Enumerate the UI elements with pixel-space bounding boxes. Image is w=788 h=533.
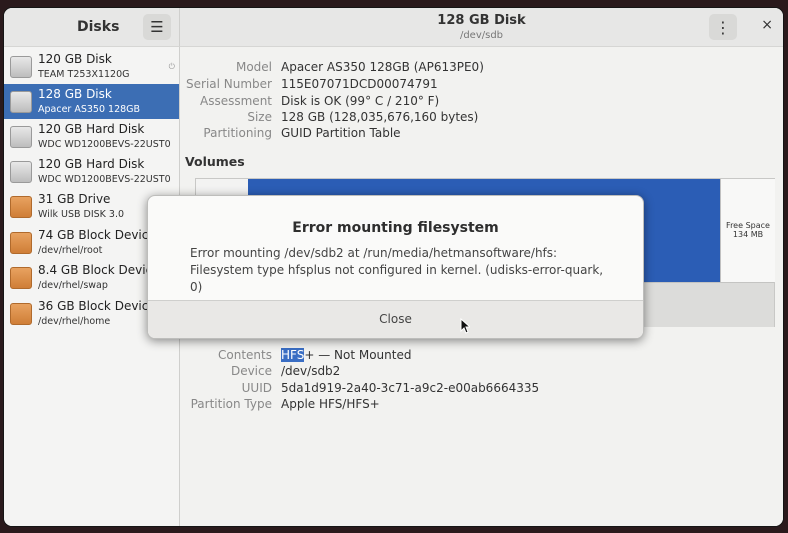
info-value: Disk is OK (99° C / 210° F) (281, 94, 440, 108)
device-model: WDC WD1200BEVS-22UST0 (38, 139, 171, 150)
info-row-uuid: UUID 5da1d919-2a40-3c71-a9c2-e00ab666433… (184, 381, 744, 398)
free-space-block[interactable]: Free Space 134 MB (720, 179, 775, 282)
info-value: 115E07071DCD00074791 (281, 77, 438, 91)
block-device-icon (10, 232, 32, 254)
info-key: Size (247, 110, 272, 124)
volumes-heading: Volumes (185, 154, 245, 169)
block-device-icon (10, 303, 32, 325)
device-model: TEAM T253X1120G (38, 69, 130, 80)
error-dialog: Error mounting filesystem Error mounting… (147, 195, 644, 339)
selected-text: HFS (281, 348, 305, 362)
more-options-button[interactable]: ⋮ (709, 14, 737, 40)
device-name: 120 GB Disk (38, 52, 112, 66)
info-value: 5da1d919-2a40-3c71-a9c2-e00ab6664335 (281, 381, 540, 395)
free-space-label: Free Space (726, 221, 770, 230)
info-value: Apacer AS350 128GB (AP613PE0) (281, 60, 484, 74)
info-value: /dev/sdb2 (281, 364, 341, 378)
info-row-device: Device /dev/sdb2 (184, 364, 744, 381)
device-path: /dev/rhel/swap (38, 280, 108, 291)
device-item[interactable]: 120 GB Disk TEAM T253X1120G ⏻ (4, 49, 179, 84)
info-key: Assessment (200, 94, 272, 108)
close-icon: × (761, 17, 773, 33)
disk-subtitle: /dev/sdb (459, 30, 504, 41)
info-value: 128 GB (128,035,676,160 bytes) (281, 110, 479, 124)
more-vertical-icon: ⋮ (715, 17, 731, 37)
contents-rest: + — Not Mounted (304, 348, 412, 362)
info-key: UUID (241, 381, 272, 395)
info-key: Partitioning (203, 126, 272, 140)
hdd-icon (10, 126, 32, 148)
sidebar-title: Disks (77, 19, 120, 35)
close-button[interactable]: Close (148, 300, 643, 338)
block-device-icon (10, 267, 32, 289)
info-value: HFS+ — Not Mounted (281, 348, 411, 362)
device-name: 8.4 GB Block Device (38, 263, 160, 277)
dialog-message: Error mounting /dev/sdb2 at /run/media/h… (190, 246, 604, 294)
main-header: 128 GB Disk /dev/sdb ⋮ × (180, 8, 783, 47)
info-key: Device (230, 364, 272, 378)
info-row-partition-type: Partition Type Apple HFS/HFS+ (184, 397, 744, 414)
mouse-cursor-icon (460, 318, 470, 334)
info-row-size: Size 128 GB (128,035,676,160 bytes) (184, 110, 744, 127)
device-path: /dev/rhel/home (38, 316, 111, 327)
info-value: GUID Partition Table (281, 126, 401, 140)
hamburger-menu-button[interactable]: ☰ (143, 14, 171, 40)
info-row-assessment: Assessment Disk is OK (99° C / 210° F) (184, 94, 744, 111)
hdd-icon (10, 56, 32, 78)
device-name: 36 GB Block Device (38, 299, 156, 313)
device-path: /dev/rhel/root (38, 245, 103, 256)
info-value: Apple HFS/HFS+ (281, 397, 380, 411)
device-name: 120 GB Hard Disk (38, 122, 145, 136)
close-window-button[interactable]: × (761, 17, 773, 33)
info-row-contents: Contents HFS+ — Not Mounted (184, 348, 744, 365)
device-item[interactable]: 120 GB Hard Disk WDC WD1200BEVS-22UST0 (4, 154, 179, 189)
info-row-serial: Serial Number 115E07071DCD00074791 (184, 77, 744, 94)
disk-title: 128 GB Disk (437, 13, 526, 28)
device-model: Wilk USB DISK 3.0 (38, 209, 125, 220)
device-name: 74 GB Block Device (38, 228, 156, 242)
sidebar-header: Disks ☰ (4, 8, 180, 47)
info-key: Serial Number (186, 77, 272, 91)
hdd-icon (10, 161, 32, 183)
device-name: 128 GB Disk (38, 87, 112, 101)
device-name: 120 GB Hard Disk (38, 157, 145, 171)
free-space-size: 134 MB (732, 230, 764, 239)
device-model: WDC WD1200BEVS-22UST0 (38, 174, 171, 185)
info-key: Contents (218, 348, 272, 362)
device-name: 31 GB Drive (38, 192, 111, 206)
power-off-icon: ⏻ (168, 62, 175, 71)
info-row-model: Model Apacer AS350 128GB (AP613PE0) (184, 60, 744, 77)
device-item[interactable]: 120 GB Hard Disk WDC WD1200BEVS-22UST0 (4, 119, 179, 154)
device-model: Apacer AS350 128GB (38, 104, 141, 115)
hdd-icon (10, 91, 32, 113)
info-row-partitioning: Partitioning GUID Partition Table (184, 126, 744, 143)
info-key: Partition Type (190, 397, 272, 411)
usb-drive-icon (10, 196, 32, 218)
device-item-selected[interactable]: 128 GB Disk Apacer AS350 128GB (4, 84, 179, 119)
dialog-title: Error mounting filesystem (292, 220, 499, 236)
hamburger-icon: ☰ (150, 18, 164, 36)
info-key: Model (235, 60, 272, 74)
